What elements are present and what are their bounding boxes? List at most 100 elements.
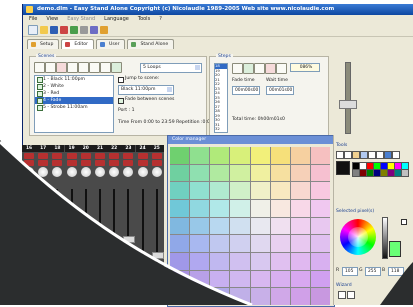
color-cell[interactable]: [310, 252, 330, 270]
tab-user[interactable]: User: [95, 39, 126, 49]
color-cell[interactable]: [210, 270, 230, 288]
color-cell[interactable]: [310, 164, 330, 182]
color-cell[interactable]: [250, 252, 270, 270]
fader-handle[interactable]: [109, 257, 122, 265]
color-cell[interactable]: [250, 164, 270, 182]
channel-button[interactable]: [123, 153, 134, 159]
add-step-icon[interactable]: [232, 63, 243, 74]
color-cell[interactable]: [210, 217, 230, 235]
wait-time-input[interactable]: 00m01s00: [266, 86, 294, 95]
pencil-tool-icon[interactable]: [360, 151, 368, 159]
channel-button[interactable]: [66, 153, 77, 159]
fader-handle[interactable]: [38, 220, 51, 228]
color-cell[interactable]: [290, 199, 310, 217]
color-cell[interactable]: [310, 217, 330, 235]
fade-between-checkbox[interactable]: [118, 98, 124, 104]
write-memory-icon[interactable]: [60, 26, 68, 34]
master-fader-handle[interactable]: [339, 100, 357, 109]
color-cell[interactable]: [230, 288, 250, 305]
r-input[interactable]: 105: [342, 267, 358, 276]
channel-button[interactable]: [38, 160, 49, 166]
jump-target-select[interactable]: Black 11:00pm: [118, 85, 174, 95]
channel-button[interactable]: [137, 160, 148, 166]
loops-select[interactable]: 5 Loops: [140, 63, 202, 73]
channel-knob[interactable]: [123, 167, 134, 177]
step-options-icon[interactable]: [276, 63, 287, 74]
connect-icon[interactable]: [80, 26, 88, 34]
new-file-icon[interactable]: [28, 25, 38, 35]
select-tool-icon[interactable]: [344, 151, 352, 159]
color-cell[interactable]: [230, 235, 250, 252]
tab-stand-alone[interactable]: Stand Alone: [127, 39, 175, 49]
color-cell[interactable]: [170, 252, 190, 270]
color-cell[interactable]: [250, 270, 270, 288]
fill-tool-icon[interactable]: [384, 151, 392, 159]
color-cell[interactable]: [210, 147, 230, 164]
color-cell[interactable]: [290, 182, 310, 199]
color-cell[interactable]: [230, 199, 250, 217]
text-wizard-icon[interactable]: [338, 291, 346, 299]
tab-setup[interactable]: Setup: [27, 39, 60, 49]
channel-knob[interactable]: [137, 167, 148, 177]
scene-checkbox[interactable]: [37, 105, 43, 111]
add-scene-icon[interactable]: [34, 62, 45, 73]
fader-track[interactable]: [56, 189, 59, 299]
import-scene-icon[interactable]: [111, 62, 122, 73]
menu-tools[interactable]: Tools: [138, 15, 150, 24]
color-cell[interactable]: [230, 182, 250, 199]
line-tool-icon[interactable]: [368, 151, 376, 159]
b-input[interactable]: 118: [388, 267, 404, 276]
color-cell[interactable]: [270, 199, 290, 217]
channel-knob[interactable]: [80, 167, 91, 177]
fader-handle[interactable]: [66, 241, 79, 249]
lock-checkbox[interactable]: [401, 219, 407, 225]
color-cell[interactable]: [230, 252, 250, 270]
color-cell[interactable]: [310, 199, 330, 217]
color-cell[interactable]: [170, 182, 190, 199]
copy-step-icon[interactable]: [243, 63, 254, 74]
color-cell[interactable]: [230, 147, 250, 164]
menu-easy-stand[interactable]: Easy Stand: [67, 15, 95, 24]
delete-scene-icon[interactable]: [56, 62, 67, 73]
color-cell[interactable]: [210, 182, 230, 199]
color-cell[interactable]: [190, 182, 210, 199]
percent-field[interactable]: 086%: [290, 63, 320, 72]
fader-track[interactable]: [84, 189, 87, 299]
channel-button[interactable]: [95, 153, 105, 159]
current-color-swatch[interactable]: [336, 161, 350, 175]
settings-icon[interactable]: [90, 26, 98, 34]
channel-button[interactable]: [80, 160, 91, 166]
channel-knob[interactable]: [66, 167, 77, 177]
scene-item[interactable]: 1 - Black 11:00pm: [35, 76, 113, 83]
channel-button[interactable]: [109, 153, 120, 159]
color-cell[interactable]: [290, 235, 310, 252]
color-cell[interactable]: [170, 288, 190, 305]
fader-track[interactable]: [127, 189, 130, 299]
channel-knob[interactable]: [109, 167, 120, 177]
color-cell[interactable]: [250, 217, 270, 235]
color-cell[interactable]: [250, 235, 270, 252]
read-memory-icon[interactable]: [70, 26, 78, 34]
color-cell[interactable]: [210, 235, 230, 252]
step-number[interactable]: 32: [215, 126, 227, 132]
channel-knob[interactable]: [52, 167, 63, 177]
color-cell[interactable]: [170, 235, 190, 252]
color-wheel[interactable]: [340, 219, 376, 255]
scene-item[interactable]: 5 - Strobe 11:00am: [35, 104, 113, 111]
channel-button[interactable]: [109, 160, 120, 166]
fader-track[interactable]: [155, 189, 158, 299]
color-cell[interactable]: [270, 182, 290, 199]
color-cell[interactable]: [290, 252, 310, 270]
paste-step-icon[interactable]: [254, 63, 265, 74]
fader-handle[interactable]: [24, 246, 36, 254]
color-cell[interactable]: [170, 217, 190, 235]
color-cell[interactable]: [310, 235, 330, 252]
rename-scene-icon[interactable]: [67, 62, 78, 73]
channel-button[interactable]: [52, 153, 63, 159]
fader-track[interactable]: [99, 189, 101, 299]
channel-knob[interactable]: [38, 167, 49, 177]
ellipse-tool-icon[interactable]: [392, 151, 400, 159]
color-cell[interactable]: [270, 252, 290, 270]
channel-button[interactable]: [24, 153, 34, 159]
scene-item[interactable]: 2 - White: [35, 83, 113, 90]
